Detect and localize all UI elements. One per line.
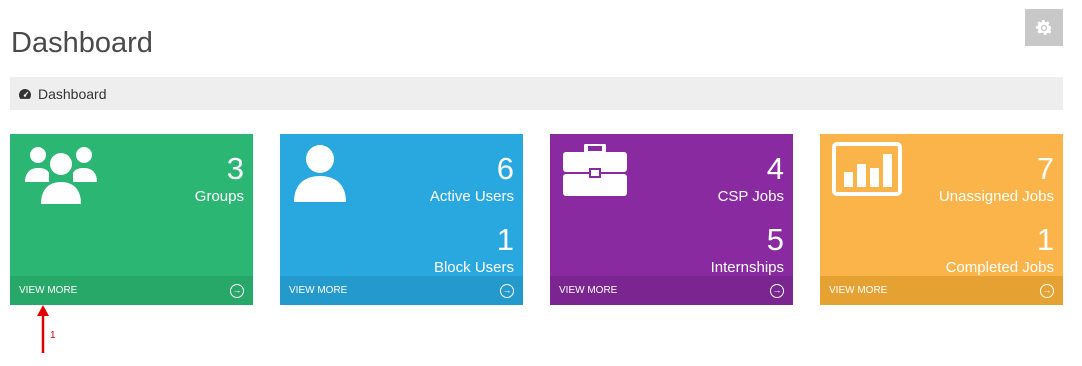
block-users-label: Block Users [433,259,514,276]
bar-chart-icon [832,142,902,201]
view-more-link[interactable]: VIEW MORE → [820,276,1063,305]
view-more-link[interactable]: VIEW MORE → [550,276,793,305]
arrow-right-circle-icon: → [770,283,784,298]
groups-label: Groups [194,188,244,205]
unassigned-jobs-label: Unassigned Jobs [938,188,1054,205]
arrow-right-circle-icon: → [500,283,514,298]
groups-icon [22,142,100,211]
active-users-count: 6 [496,151,514,186]
view-more-label: VIEW MORE [829,285,888,296]
gear-icon [1036,19,1053,35]
completed-jobs-label: Completed Jobs [945,259,1054,276]
groups-tile: 3 Groups VIEW MORE → [10,134,253,305]
briefcase-icon [562,142,628,203]
annotation-arrow [37,305,49,353]
users-tile: 6 Active Users 1 Block Users VIEW MORE → [280,134,523,305]
unassigned-jobs-count: 7 [1036,151,1054,186]
active-users-label: Active Users [429,188,514,205]
internships-label: Internships [710,259,784,276]
block-users-count: 1 [496,222,514,257]
dashboard-gauge-icon [18,88,32,100]
groups-count: 3 [226,151,244,186]
assignment-tile: 7 Unassigned Jobs 1 Completed Jobs VIEW … [820,134,1063,305]
view-more-link[interactable]: VIEW MORE → [10,276,253,305]
csp-jobs-label: CSP Jobs [717,188,784,205]
view-more-link[interactable]: VIEW MORE → [280,276,523,305]
page-title: Dashboard [11,27,153,59]
arrow-right-circle-icon: → [1040,283,1054,298]
settings-button[interactable] [1025,9,1063,46]
csp-jobs-count: 4 [766,151,784,186]
view-more-label: VIEW MORE [19,285,78,296]
completed-jobs-count: 1 [1036,222,1054,257]
view-more-label: VIEW MORE [559,285,618,296]
internships-count: 5 [766,222,784,257]
arrow-right-circle-icon: → [230,283,244,298]
breadcrumb-item-dashboard[interactable]: Dashboard [38,86,107,102]
annotation-label: 1 [50,330,56,341]
breadcrumb: Dashboard [10,77,1063,110]
user-icon [292,142,348,207]
jobs-tile: 4 CSP Jobs 5 Internships VIEW MORE → [550,134,793,305]
view-more-label: VIEW MORE [289,285,348,296]
